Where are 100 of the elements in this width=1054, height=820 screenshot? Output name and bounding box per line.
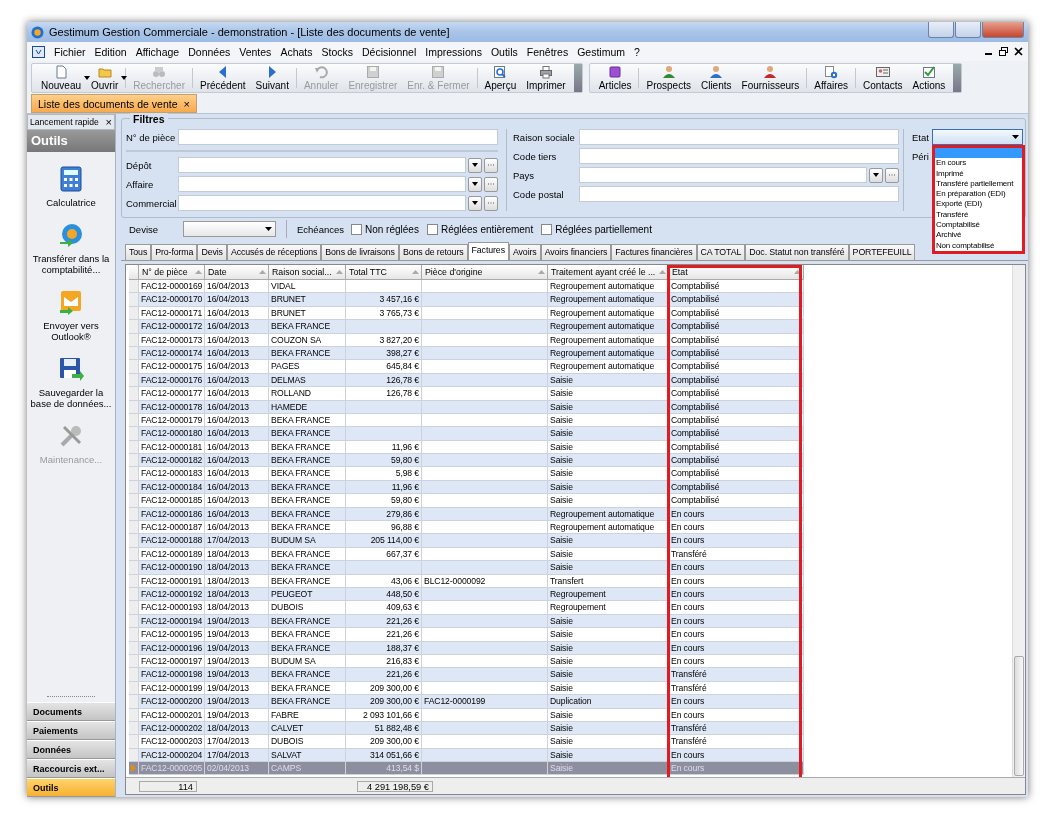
table-cell: 209 300,00 € <box>346 735 422 749</box>
table-cell: 16/04/2013 <box>205 494 269 508</box>
toolbar-button[interactable]: Contacts <box>858 64 908 92</box>
table-cell: FAC12-0000203 <box>139 735 205 749</box>
menu-item[interactable]: Fichier <box>54 45 86 58</box>
column-header[interactable]: Date <box>205 265 269 280</box>
dropdown-option[interactable]: En cours <box>935 158 1022 169</box>
table-cell: 19/04/2013 <box>205 628 269 642</box>
launcher-item[interactable]: Sauvegarder la base de données... <box>27 356 115 409</box>
table-cell: Saisie <box>548 735 669 749</box>
toolbar-button[interactable]: Affaires <box>809 64 854 92</box>
table-cell: 19/04/2013 <box>205 695 269 709</box>
column-header[interactable]: Total TTC <box>346 265 422 280</box>
close-tab-button[interactable]: × <box>183 97 190 110</box>
checkbox[interactable]: Réglées partiellement <box>541 223 652 235</box>
toolbar-button[interactable]: Aperçu <box>479 64 522 92</box>
checkbox[interactable]: Non réglées <box>351 223 419 235</box>
launcher-item[interactable]: Calculatrice <box>44 166 98 208</box>
tab[interactable]: Tous <box>125 244 152 260</box>
tab[interactable]: Pro-forma <box>151 244 198 260</box>
menu-item[interactable]: ? <box>634 45 640 58</box>
dropdown-option[interactable]: Non comptabilisé <box>935 240 1022 251</box>
table-cell: Regroupement automatique <box>548 293 669 307</box>
table-cell: FAC12-0000198 <box>139 668 205 682</box>
tab[interactable]: Bons de retours <box>398 244 468 260</box>
checkbox[interactable]: Réglées entièrement <box>426 223 534 235</box>
menu-item[interactable]: Gestimum <box>577 45 625 58</box>
menu-item[interactable]: Ventes <box>239 45 272 58</box>
toolbar-button[interactable]: Suivant <box>250 64 294 92</box>
table-cell: FAC12-0000195 <box>139 628 205 642</box>
tab[interactable]: Doc. Statut non transféré <box>745 244 849 260</box>
column-header[interactable]: Traitement ayant créé le ... <box>548 265 669 280</box>
field-label: Dépôt <box>126 159 153 171</box>
tab[interactable]: Factures financières <box>611 244 697 260</box>
table-cell: FAC12-0000173 <box>139 333 205 347</box>
navigation-button[interactable]: Données <box>27 740 115 759</box>
tab[interactable]: Bons de livraisons <box>321 244 399 260</box>
table-cell: Saisie <box>548 494 669 508</box>
field-label: Code tiers <box>513 150 558 162</box>
menu-item[interactable]: Edition <box>94 45 127 58</box>
table-cell: 59,80 € <box>346 454 422 468</box>
table-cell: Saisie <box>548 561 669 575</box>
toolbar-button[interactable]: Fournisseurs <box>736 64 805 92</box>
menu-item[interactable]: Fenêtres <box>526 45 569 58</box>
tab[interactable]: Devis <box>197 244 227 260</box>
table-cell: DUBOIS <box>269 601 346 615</box>
toolbar-button[interactable]: Clients <box>695 64 737 92</box>
toolbar-button[interactable]: Prospects <box>641 64 696 92</box>
table-cell: FAC12-0000191 <box>139 574 205 588</box>
tab[interactable]: CA TOTAL <box>696 244 746 260</box>
launcher-item[interactable]: Transférer dans la comptabilité... <box>27 222 115 275</box>
tab[interactable]: Avoirs <box>508 244 541 260</box>
column-header[interactable]: N° de pièce <box>139 265 205 280</box>
table-cell: PAGES <box>269 360 346 374</box>
menu-item[interactable]: Affichage <box>135 45 180 58</box>
dropdown-option[interactable]: Transféré <box>935 209 1022 221</box>
toolbar-button[interactable]: Précédent <box>194 64 251 92</box>
table-cell: 16/04/2013 <box>205 320 269 334</box>
navigation-button[interactable]: Raccourcis ext... <box>27 759 115 778</box>
menu-item[interactable]: Données <box>188 45 231 58</box>
table-cell: BRUNET <box>269 293 346 307</box>
column-header[interactable]: Pièce d'origine <box>422 265 548 280</box>
table-cell: En cours <box>669 574 804 588</box>
toolbar-button[interactable]: Nouveau <box>36 64 87 92</box>
menu-item[interactable]: Achats <box>280 45 313 58</box>
dropdown-option[interactable]: Comptabilisé <box>935 220 1022 231</box>
tab[interactable]: Avoirs financiers <box>540 244 612 260</box>
column-header[interactable]: Raison social... <box>269 265 346 280</box>
table-cell: 19/04/2013 <box>205 668 269 682</box>
field-label: Echéances <box>297 223 345 235</box>
toolbar-button[interactable]: Articles <box>593 64 637 92</box>
table-cell: En cours <box>669 561 804 575</box>
dropdown-option[interactable]: Imprimé <box>935 168 1022 179</box>
row-count: 114 <box>139 780 197 792</box>
table-cell: FAC12-0000193 <box>139 601 205 615</box>
table-cell: 3 457,16 € <box>346 293 422 307</box>
dropdown-option[interactable]: Archivé <box>935 230 1022 241</box>
document-tab[interactable]: Liste des documents de vente × <box>31 94 197 113</box>
dropdown-option[interactable]: Exporté (EDI) <box>935 199 1022 210</box>
table-cell: 221,26 € <box>346 628 422 642</box>
menu-item[interactable]: Décisionnel <box>362 45 417 58</box>
menu-item[interactable]: Impressions <box>425 45 482 58</box>
table-cell: Regroupement automatique <box>548 360 669 374</box>
dropdown-option[interactable]: Transféré partiellement <box>935 178 1022 190</box>
menu-item[interactable]: Stocks <box>321 45 353 58</box>
tab[interactable]: Accusés de réceptions <box>226 244 322 260</box>
navigation-button[interactable]: Documents <box>27 702 115 721</box>
launcher-item[interactable]: Envoyer vers Outlook® <box>27 289 115 342</box>
toolbar-button[interactable]: Actions <box>907 64 951 92</box>
table-cell: FAC12-0000175 <box>139 360 205 374</box>
toolbar-button[interactable]: Ouvrir <box>86 64 124 92</box>
menu-item[interactable]: Outils <box>490 45 518 58</box>
close-panel-button[interactable]: × <box>105 116 112 128</box>
navigation-button[interactable]: Outils <box>27 778 115 797</box>
tab[interactable]: PORTEFEUILL <box>848 244 916 260</box>
dropdown-option[interactable]: En préparation (EDI) <box>935 189 1022 200</box>
toolbar-button[interactable]: Imprimer <box>521 64 571 92</box>
table-cell: BEKA FRANCE <box>269 574 346 588</box>
tab[interactable]: Factures <box>467 242 509 260</box>
navigation-button[interactable]: Paiements <box>27 721 115 740</box>
